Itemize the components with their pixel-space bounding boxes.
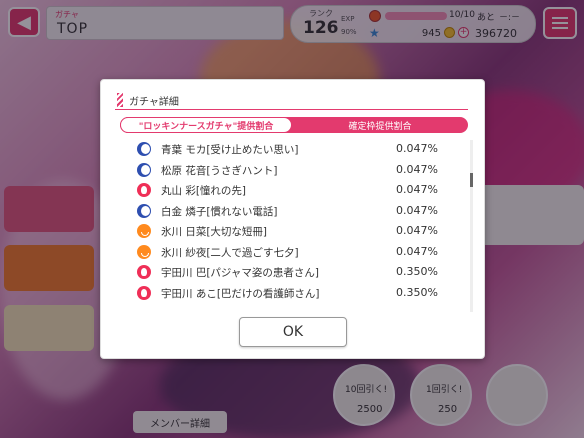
rate-row: 宇田川 巴[パジャマ姿の患者さん] 0.350% <box>134 262 452 283</box>
rate-value: 0.047% <box>396 142 438 155</box>
member-card-name: 氷川 日菜[大切な短冊] <box>161 226 268 238</box>
power-attribute-icon <box>137 285 151 300</box>
ok-button[interactable]: OK <box>239 317 347 347</box>
tab-guaranteed-rates[interactable]: 確定枠提供割合 <box>292 117 468 133</box>
member-card-name: 宇田川 巴[パジャマ姿の患者さん] <box>161 267 320 279</box>
pure-attribute-icon <box>137 244 151 259</box>
rate-row: 氷川 紗夜[二人で過ごす七夕] 0.047% <box>134 242 452 263</box>
rate-row: 白金 燐子[慣れない電話] 0.047% <box>134 201 452 222</box>
member-card-name: 氷川 紗夜[二人で過ごす七夕] <box>161 246 299 259</box>
rate-row: 宇田川 あこ[巴だけの看護師さん] 0.350% <box>134 283 452 304</box>
rate-list-scrollbar[interactable] <box>470 140 473 312</box>
power-attribute-icon <box>137 183 151 197</box>
dialog-title: ガチャ詳細 <box>129 97 179 108</box>
rate-value: 0.047% <box>396 162 438 176</box>
rate-value: 0.350% <box>396 265 438 278</box>
tab-gacha-rates[interactable]: "ロッキンナースガチャ"提供割合 <box>120 117 292 133</box>
rate-value: 0.047% <box>396 183 438 196</box>
cool-attribute-icon <box>137 203 151 218</box>
member-card-name: 宇田川 あこ[巴だけの看護師さん] <box>161 287 320 300</box>
rate-value: 0.047% <box>396 224 438 237</box>
rate-row: 松原 花音[うさぎハント] 0.047% <box>134 160 452 181</box>
member-card-name: 白金 燐子[慣れない電話] <box>161 205 278 218</box>
rate-list[interactable]: 青葉 モカ[受け止めたい思い] 0.047% 松原 花音[うさぎハント] 0.0… <box>134 139 452 311</box>
rate-row: 氷川 日菜[大切な短冊] 0.047% <box>134 221 452 242</box>
cool-attribute-icon <box>137 162 151 177</box>
member-card-name: 青葉 モカ[受け止めたい思い] <box>161 144 299 156</box>
member-card-name: 丸山 彩[憧れの先] <box>161 185 247 197</box>
dialog-divider <box>115 109 468 110</box>
gacha-detail-dialog: ガチャ詳細 "ロッキンナースガチャ"提供割合 確定枠提供割合 青葉 モカ[受け止… <box>100 79 485 359</box>
rate-value: 0.047% <box>396 244 438 258</box>
stripe-icon <box>117 93 123 107</box>
rate-value: 0.350% <box>396 285 438 299</box>
rate-value: 0.047% <box>396 203 438 217</box>
pure-attribute-icon <box>137 224 151 238</box>
rate-row: 丸山 彩[憧れの先] 0.047% <box>134 180 452 201</box>
scrollbar-thumb[interactable] <box>470 173 473 187</box>
cool-attribute-icon <box>137 142 151 156</box>
rate-row: 青葉 モカ[受け止めたい思い] 0.047% <box>134 139 452 160</box>
power-attribute-icon <box>137 265 151 279</box>
member-card-name: 松原 花音[うさぎハント] <box>161 164 278 177</box>
rate-tabs: "ロッキンナースガチャ"提供割合 確定枠提供割合 <box>120 117 468 133</box>
